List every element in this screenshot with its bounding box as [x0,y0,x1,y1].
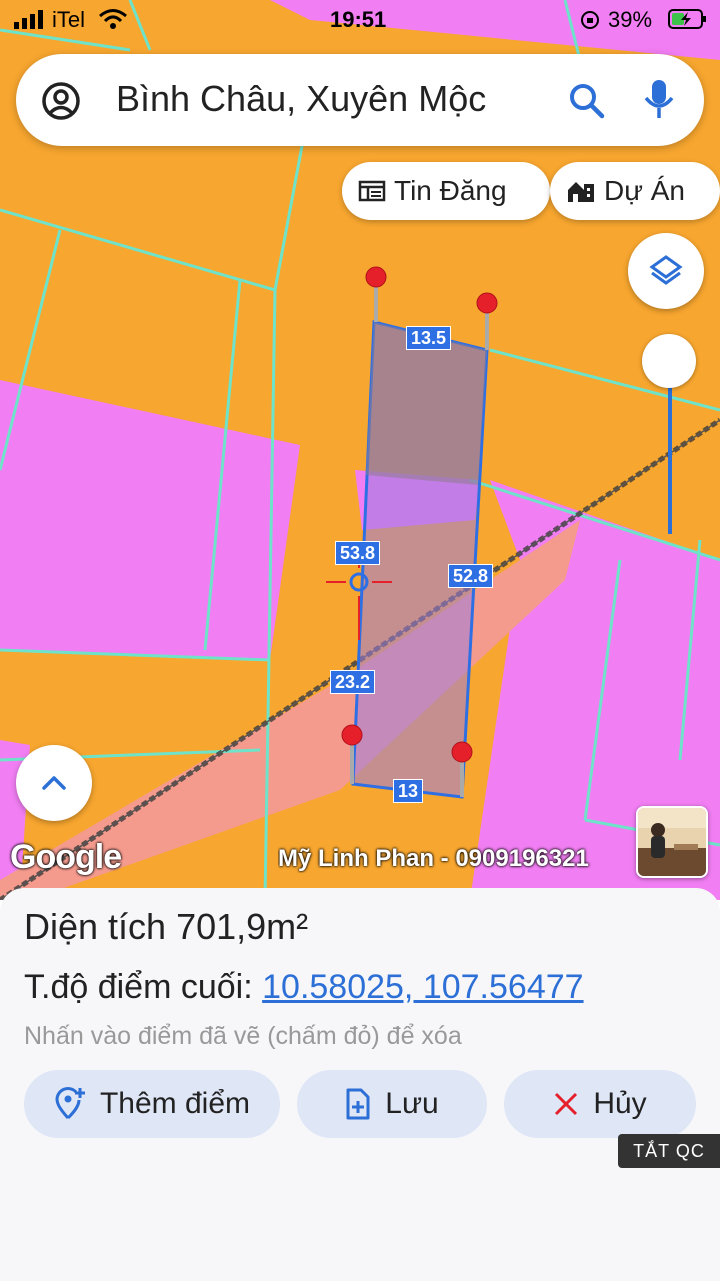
disable-ads-button[interactable]: TẮT QC [618,1134,720,1168]
wifi-icon [99,9,127,29]
edge-label-left: 53.8 [335,541,381,565]
carrier-name: iTel [52,7,86,32]
listings-label: Tin Đăng [394,175,507,206]
area-readout: Diện tích 701,9m² [24,906,308,948]
cancel-button[interactable]: Hủy [504,1070,696,1138]
search-icon[interactable] [568,82,606,120]
save-button[interactable]: Lưu [297,1070,487,1138]
chevron-up-icon [42,776,66,790]
save-label: Lưu [385,1087,439,1120]
newspaper-icon [358,180,386,202]
google-logo: Google [10,838,122,876]
signal-icon [14,10,43,29]
listings-chip[interactable]: Tin Đăng [342,162,550,220]
search-bar[interactable]: Bình Châu, Xuyên Mộc [16,54,704,146]
last-point-readout: T.độ điểm cuối: 10.58025, 107.56477 [24,968,584,1007]
edge-label-right: 52.8 [448,564,494,588]
watermark-text: Mỹ Linh Phan - 0909196321 [278,845,589,872]
search-input[interactable]: Bình Châu, Xuyên Mộc [116,78,486,120]
expand-sheet-button[interactable] [16,745,92,821]
projects-label: Dự Án [604,175,685,206]
area-label: Diện tích [24,906,167,947]
edge-label-left-lower: 23.2 [330,670,376,694]
building-icon [568,182,594,202]
avatar[interactable] [636,806,708,878]
microphone-icon[interactable] [642,78,676,122]
layers-button[interactable] [628,233,704,309]
add-location-icon [55,1087,85,1120]
account-icon[interactable] [40,80,82,122]
bottom-sheet: Diện tích 701,9m² T.độ điểm cuối: 10.580… [0,888,720,1281]
layers-icon [649,255,683,285]
battery-percent: 39% [608,7,653,32]
add-point-label: Thêm điểm [99,1087,251,1120]
last-point-label: T.độ điểm cuối: [24,968,253,1006]
orientation-lock-icon [581,11,599,29]
slider-handle[interactable] [642,334,696,388]
add-point-button[interactable]: Thêm điểm [24,1070,280,1138]
last-point-coords-link[interactable]: 10.58025, 107.56477 [262,968,583,1006]
battery-icon [668,9,706,29]
projects-chip[interactable]: Dự Án [550,162,720,220]
add-file-icon [346,1088,370,1120]
opacity-slider[interactable] [642,334,698,534]
edge-label-top: 13.5 [406,326,452,350]
close-icon [555,1092,578,1116]
clock: 19:51 [330,7,387,32]
cancel-label: Hủy [593,1087,647,1120]
edge-label-bottom: 13 [393,779,424,803]
status-bar: iTel 19:51 39% [0,0,720,40]
area-value: 701,9m² [176,906,309,947]
delete-hint: Nhấn vào điểm đã vẽ (chấm đỏ) để xóa [24,1022,462,1050]
